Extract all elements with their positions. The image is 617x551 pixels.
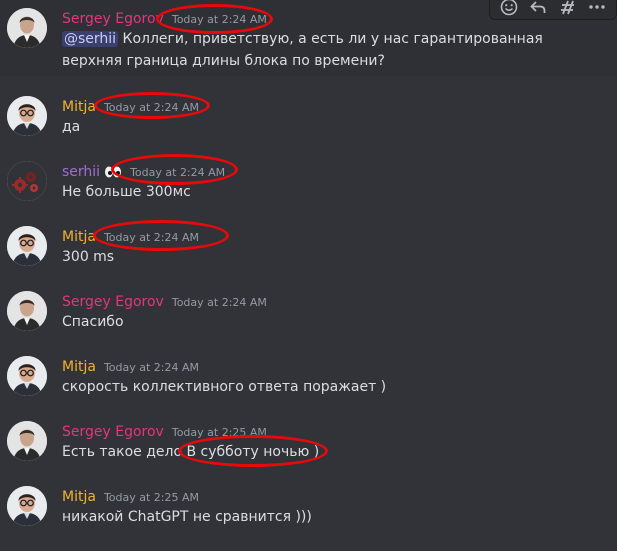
- message-content: Есть такое дело В субботу ночью ): [62, 441, 605, 463]
- message-item[interactable]: Sergey Egorov Today at 2:24 AM Спасибо: [0, 283, 617, 339]
- message-content: никакой ChatGPT не сравнится ))): [62, 506, 605, 528]
- username[interactable]: Mitja: [62, 489, 96, 505]
- message-header: Sergey Egorov Today at 2:24 AM: [62, 291, 267, 310]
- message-item[interactable]: Mitja Today at 2:24 AM да: [0, 88, 617, 144]
- timestamp[interactable]: Today at 2:24 AM: [172, 13, 267, 26]
- message-text: 300 ms: [62, 249, 115, 265]
- message-content: @serhii Коллеги, приветствую, а есть ли …: [62, 28, 605, 72]
- message-content: скорость коллективного ответа поражает ): [62, 376, 605, 398]
- add-reaction-icon[interactable]: [496, 0, 522, 18]
- username[interactable]: Mitja: [62, 359, 96, 375]
- message-header: Mitja Today at 2:24 AM: [62, 226, 199, 245]
- message-content: Спасибо: [62, 311, 605, 333]
- sergey-avatar-icon[interactable]: [7, 421, 47, 461]
- message-item[interactable]: Mitja Today at 2:24 AM 300 ms: [0, 218, 617, 274]
- message-text: Коллеги, приветствую, а есть ли у нас га…: [62, 31, 543, 69]
- username[interactable]: serhii: [62, 164, 100, 180]
- sergey-avatar-icon[interactable]: [7, 8, 47, 48]
- message-content: Не больше 300мс: [62, 181, 605, 203]
- username[interactable]: Sergey Egorov: [62, 424, 164, 440]
- message-text: Спасибо: [62, 314, 124, 330]
- message-content: да: [62, 116, 605, 138]
- message-list: Sergey Egorov Today at 2:24 AM @serhii Кол…: [0, 0, 617, 551]
- username[interactable]: Sergey Egorov: [62, 294, 164, 310]
- more-options-icon[interactable]: [584, 0, 610, 18]
- message-header: Mitja Today at 2:24 AM: [62, 96, 199, 115]
- message-text: Не больше 300мс: [62, 184, 191, 200]
- message-header: Sergey Egorov Today at 2:24 AM: [62, 8, 267, 27]
- username[interactable]: Sergey Egorov: [62, 11, 164, 27]
- mitja-avatar-icon[interactable]: [7, 486, 47, 526]
- message-item[interactable]: Mitja Today at 2:25 AM никакой ChatGPT не …: [0, 478, 617, 534]
- timestamp[interactable]: Today at 2:25 AM: [172, 426, 267, 439]
- create-thread-icon[interactable]: [555, 0, 581, 18]
- timestamp[interactable]: Today at 2:25 AM: [104, 491, 199, 504]
- timestamp[interactable]: Today at 2:24 AM: [104, 101, 199, 114]
- timestamp[interactable]: Today at 2:24 AM: [104, 231, 199, 244]
- user-mention[interactable]: @serhii: [62, 31, 119, 47]
- reply-icon[interactable]: [525, 0, 551, 18]
- message-header: Mitja Today at 2:24 AM: [62, 356, 199, 375]
- message-action-toolbar: [489, 0, 617, 20]
- message-header: Mitja Today at 2:25 AM: [62, 486, 199, 505]
- message-item[interactable]: Sergey Egorov Today at 2:25 AM Есть такое …: [0, 413, 617, 469]
- mitja-avatar-icon[interactable]: [7, 356, 47, 396]
- message-text: скорость коллективного ответа поражает ): [62, 379, 387, 395]
- message-item[interactable]: serhii Today at 2:24 AM Не больше 300мс: [0, 153, 617, 209]
- timestamp[interactable]: Today at 2:24 AM: [130, 166, 225, 179]
- message-header: serhii Today at 2:24 AM: [62, 161, 225, 183]
- timestamp[interactable]: Today at 2:24 AM: [104, 361, 199, 374]
- message-content: 300 ms: [62, 246, 605, 268]
- message-text: Есть такое дело: [62, 444, 187, 460]
- message-text: да: [62, 119, 81, 135]
- mitja-avatar-icon[interactable]: [7, 226, 47, 266]
- message-text-highlighted: В субботу ночью ): [186, 444, 320, 460]
- message-text: никакой ChatGPT не сравнится ))): [62, 509, 312, 525]
- message-header: Sergey Egorov Today at 2:25 AM: [62, 421, 267, 440]
- mitja-avatar-icon[interactable]: [7, 96, 47, 136]
- username[interactable]: Mitja: [62, 99, 96, 115]
- serhii-avatar-icon[interactable]: [7, 161, 47, 201]
- message-item[interactable]: Mitja Today at 2:24 AM скорость коллективн…: [0, 348, 617, 404]
- username[interactable]: Mitja: [62, 229, 96, 245]
- timestamp[interactable]: Today at 2:24 AM: [172, 296, 267, 309]
- sergey-avatar-icon[interactable]: [7, 291, 47, 331]
